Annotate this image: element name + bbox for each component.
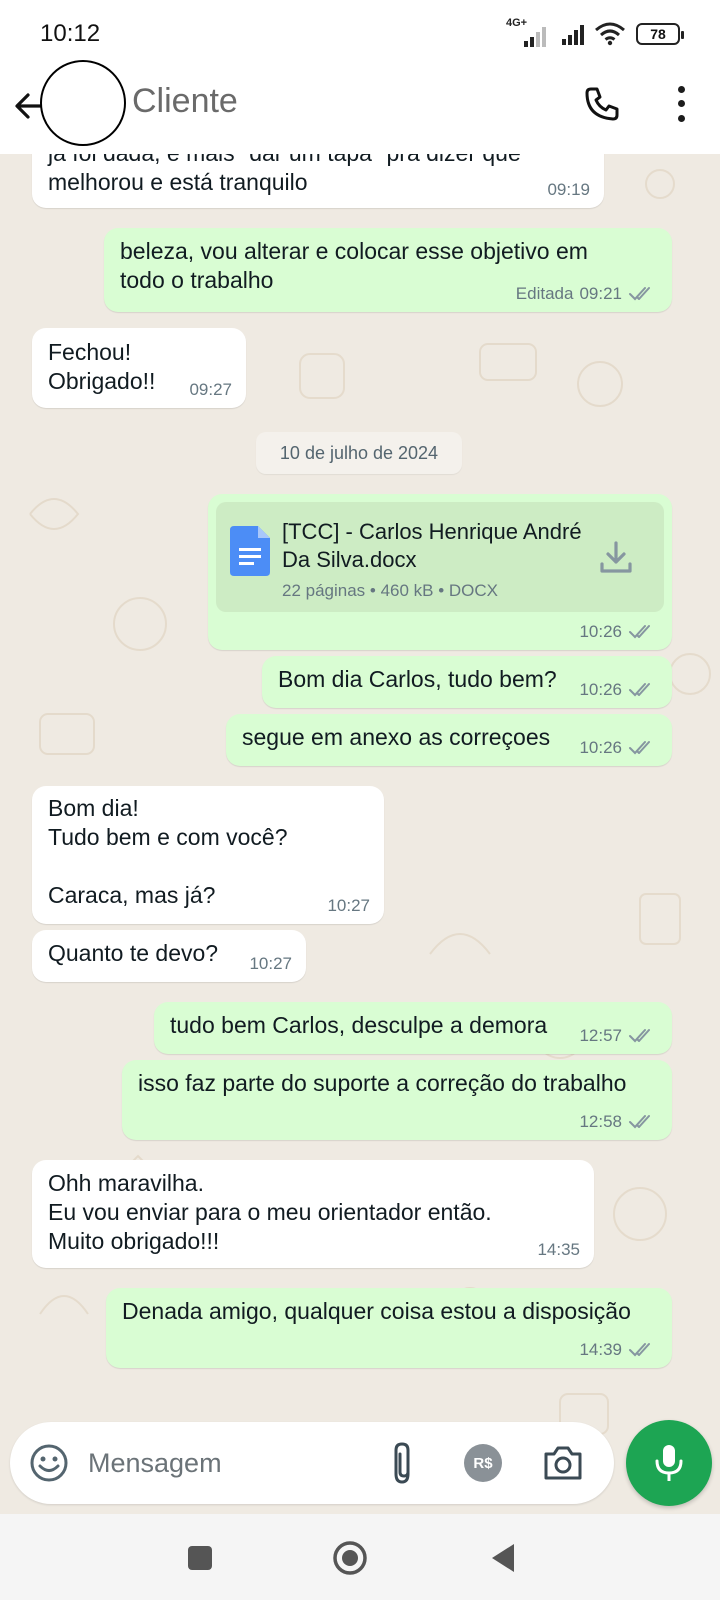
double-check-icon [629,683,650,697]
microphone-button[interactable] [626,1420,712,1506]
message-time: 10:26 [579,680,622,699]
contact-name[interactable]: Cliente [132,82,238,121]
battery-icon: 78 [636,23,684,45]
more-vertical-icon[interactable] [664,82,698,126]
message-time: 10:27 [327,896,370,915]
message-time: 10:26 [579,738,622,757]
phone-icon[interactable] [582,84,622,124]
double-check-icon [629,625,650,639]
message-meta: 10:26 [579,738,658,758]
edited-label: Editada [515,284,574,303]
microphone-icon [655,1445,683,1481]
message-text: isso faz parte do suporte a correção do … [138,1070,627,1096]
status-icons: 4G+ 78 [506,17,684,48]
payment-button[interactable]: R$ [464,1444,502,1482]
double-check-icon [629,1029,650,1043]
message-outgoing[interactable]: isso faz parte do suporte a correção do … [122,1060,672,1140]
message-meta: 10:27 [327,896,370,916]
double-check-icon [629,1343,650,1357]
message-time: 14:39 [579,1340,622,1359]
battery-level: 78 [650,26,666,42]
system-navigation-bar [0,1514,720,1600]
paperclip-icon[interactable] [388,1440,418,1486]
signal-icon [562,23,584,45]
message-meta: 09:27 [189,380,232,400]
message-input[interactable] [88,1444,368,1482]
message-meta: 09:19 [547,180,590,200]
message-outgoing[interactable]: Bom dia Carlos, tudo bem? 10:26 [262,656,672,708]
chat-area[interactable]: já foi dada, e mais "dar um tapa" pra di… [0,154,720,1510]
home-icon[interactable] [330,1538,370,1578]
message-meta: 10:26 [579,680,658,700]
document-card[interactable]: [TCC] - Carlos Henrique André Da Silva.d… [216,502,664,612]
message-outgoing[interactable]: Denada amigo, qualquer coisa estou a dis… [106,1288,672,1368]
message-meta: 14:39 [579,1340,658,1360]
mobile-signal-4g-icon: 4G+ [506,17,552,47]
message-time: 12:57 [579,1026,622,1045]
document-icon [230,526,270,576]
message-incoming[interactable]: já foi dada, e mais "dar um tapa" pra di… [32,154,604,208]
camera-icon[interactable] [542,1442,584,1482]
message-time: 10:26 [579,622,622,641]
message-time: 09:21 [579,284,622,303]
message-incoming[interactable]: Fechou! Obrigado!! 09:27 [32,328,246,408]
message-incoming[interactable]: Bom dia! Tudo bem e com você? Caraca, ma… [32,786,384,924]
message-time: 12:58 [579,1112,622,1131]
message-text: Denada amigo, qualquer coisa estou a dis… [122,1298,631,1324]
message-time: 09:27 [189,380,232,399]
message-input-bar: R$ [10,1422,614,1504]
message-meta: 10:26 [579,622,658,642]
avatar[interactable] [40,60,126,146]
back-nav-icon[interactable] [484,1538,524,1578]
message-meta: Editada 09:21 [516,284,658,304]
message-time: 14:35 [537,1240,580,1259]
wifi-icon [595,22,625,46]
message-incoming[interactable]: Quanto te devo? 10:27 [32,930,306,982]
message-text: já foi dada, e mais "dar um tapa" pra di… [48,154,521,195]
message-outgoing[interactable]: segue em anexo as correçoes 10:26 [226,714,672,766]
double-check-icon [629,287,650,301]
double-check-icon [629,741,650,755]
message-text: Bom dia! Tudo bem e com você? Caraca, ma… [48,795,288,908]
recents-icon[interactable] [180,1538,220,1578]
message-outgoing-document[interactable]: [TCC] - Carlos Henrique André Da Silva.d… [208,494,672,650]
message-outgoing[interactable]: tudo bem Carlos, desculpe a demora 12:57 [154,1002,672,1054]
message-incoming[interactable]: Ohh maravilha. Eu vou enviar para o meu … [32,1160,594,1268]
message-time: 10:27 [249,954,292,973]
emoji-icon[interactable] [28,1442,70,1484]
chat-header: Cliente [0,60,720,154]
date-separator: 10 de julho de 2024 [256,432,462,474]
message-meta: 12:57 [579,1026,658,1046]
message-composer: R$ [0,1420,720,1510]
message-meta: 10:27 [249,954,292,974]
status-bar: 10:12 4G+ 78 [0,0,720,66]
message-outgoing[interactable]: beleza, vou alterar e colocar esse objet… [104,228,672,312]
status-time: 10:12 [40,20,101,47]
document-name: [TCC] - Carlos Henrique André Da Silva.d… [282,519,582,572]
download-icon[interactable] [596,538,636,578]
message-meta: 12:58 [579,1112,658,1132]
message-text: Ohh maravilha. Eu vou enviar para o meu … [48,1170,492,1254]
message-time: 09:19 [547,180,590,199]
document-info: 22 páginas • 460 kB • DOCX [282,581,499,600]
double-check-icon [629,1115,650,1129]
message-meta: 14:35 [537,1240,580,1260]
